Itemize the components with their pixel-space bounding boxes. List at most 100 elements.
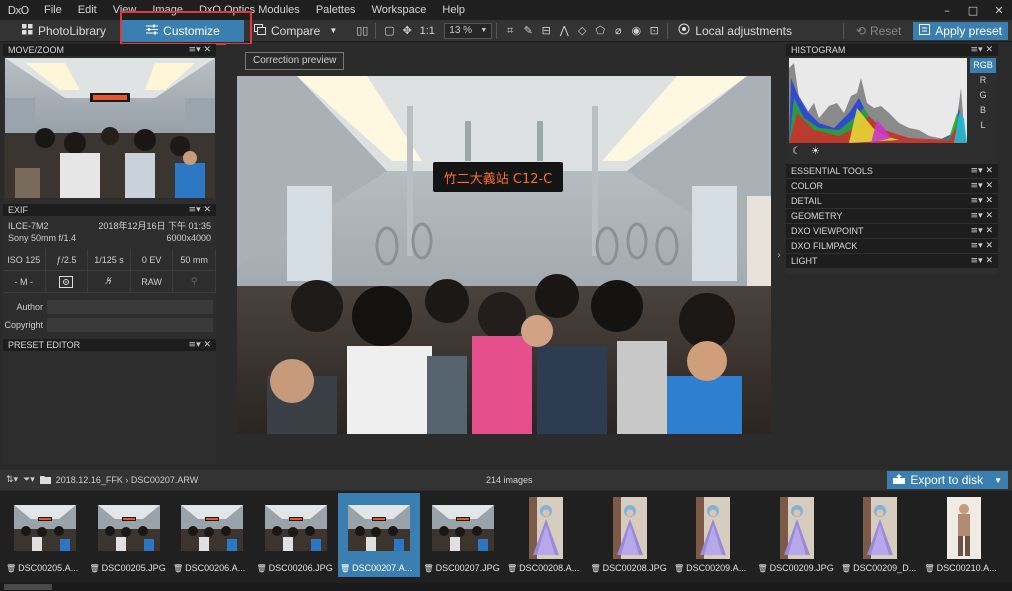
- panel-controls-icon[interactable]: ≡▾ ✕: [189, 340, 211, 350]
- menu-palettes[interactable]: Palettes: [308, 0, 364, 20]
- filmstrip-thumbnail[interactable]: 🗑 DSC00209.A...: [672, 493, 754, 577]
- preset-editor-header[interactable]: PRESET EDITOR ≡▾ ✕: [3, 339, 216, 351]
- image-viewer[interactable]: 竹二大義站 C12-C: [226, 44, 782, 464]
- filmstrip-thumbnail[interactable]: 🗑 DSC00210.A...: [923, 493, 1005, 577]
- export-to-disk-button[interactable]: Export to disk ▼: [887, 471, 1008, 489]
- filmstrip-thumbnail[interactable]: 🗑 DSC00208.A...: [505, 493, 587, 577]
- horizon-icon[interactable]: ⊟: [537, 20, 555, 42]
- watermark-icon[interactable]: ⊡: [645, 20, 663, 42]
- channel-g[interactable]: G: [970, 88, 996, 103]
- trash-icon[interactable]: 🗑: [90, 564, 100, 573]
- trash-icon[interactable]: 🗑: [257, 564, 267, 573]
- copyright-field[interactable]: [47, 318, 213, 332]
- zoom-select[interactable]: 13 % ▼: [444, 22, 493, 39]
- sort-icon[interactable]: ⇅▾: [6, 475, 18, 485]
- filmstrip-thumbnail[interactable]: 🗑 DSC00206.JPG: [255, 493, 337, 577]
- palette-essential-tools[interactable]: ESSENTIAL TOOLS ≡▾ ✕: [786, 164, 998, 179]
- perspective-icon[interactable]: ⋀: [555, 20, 573, 42]
- panel-controls-icon[interactable]: ≡▾ ✕: [971, 45, 993, 55]
- histogram-chart: [789, 58, 967, 143]
- channel-l[interactable]: L: [970, 118, 996, 133]
- trash-icon[interactable]: 🗑: [6, 564, 16, 573]
- menu-help[interactable]: Help: [434, 0, 473, 20]
- navigator-thumbnail[interactable]: [5, 58, 215, 198]
- trash-icon[interactable]: 🗑: [925, 564, 935, 573]
- trash-icon[interactable]: 🗑: [173, 564, 183, 573]
- filmstrip-scrollbar[interactable]: [0, 583, 1012, 591]
- filmstrip-thumbnail[interactable]: 🗑 DSC00205.A...: [4, 493, 86, 577]
- scrollbar-thumb[interactable]: [4, 584, 52, 590]
- minimize-button[interactable]: –: [934, 4, 960, 17]
- move-icon[interactable]: ✥: [398, 20, 416, 42]
- collapse-right-icon[interactable]: ›: [777, 250, 781, 261]
- panel-controls-icon[interactable]: ≡▾ ✕: [971, 241, 993, 251]
- filmstrip-thumbnail[interactable]: 🗑 DSC00207.JPG: [422, 493, 504, 577]
- main-photo[interactable]: 竹二大義站 C12-C: [237, 76, 771, 434]
- channel-b[interactable]: B: [970, 103, 996, 118]
- crop-icon[interactable]: ⌗: [501, 20, 519, 42]
- perspective-rect-icon[interactable]: ◇: [573, 20, 591, 42]
- filmstrip-thumbnail[interactable]: 🗑 DSC00209.JPG: [756, 493, 838, 577]
- train-sign-text: 竹二大義站 C12-C: [444, 171, 553, 187]
- panel-controls-icon[interactable]: ≡▾ ✕: [971, 256, 993, 266]
- channel-r[interactable]: R: [970, 73, 996, 88]
- preset-editor-title: PRESET EDITOR: [8, 340, 81, 350]
- menu-workspace[interactable]: Workspace: [364, 0, 435, 20]
- panel-controls-icon[interactable]: ≡▾ ✕: [971, 211, 993, 221]
- thumbnail-image: [431, 505, 494, 551]
- compare-button[interactable]: Compare ▼: [244, 20, 347, 42]
- trash-icon[interactable]: 🗑: [507, 564, 517, 573]
- trash-icon[interactable]: 🗑: [424, 564, 434, 573]
- toolbar-divider: [667, 22, 669, 39]
- palette-detail[interactable]: DETAIL ≡▾ ✕: [786, 194, 998, 209]
- panel-controls-icon[interactable]: ≡▾ ✕: [971, 196, 993, 206]
- filter-icon[interactable]: ⏷▾: [23, 475, 35, 485]
- palette-geometry[interactable]: GEOMETRY ≡▾ ✕: [786, 209, 998, 224]
- red-eye-icon[interactable]: ◉: [627, 20, 645, 42]
- histogram-channels: RGB R G B L: [970, 58, 996, 133]
- breadcrumb: ⇅▾ ⏷▾ 2018.12.16_FFK › DSC00207.ARW: [0, 475, 198, 486]
- maximize-button[interactable]: □: [960, 4, 986, 17]
- channel-rgb[interactable]: RGB: [970, 58, 996, 73]
- thumbnail-caption: 🗑 DSC00205.JPG: [90, 563, 170, 573]
- chevron-down-icon[interactable]: ▼: [329, 26, 337, 35]
- filmstrip-thumbnail[interactable]: 🗑 DSC00209_D...: [839, 493, 921, 577]
- trash-icon[interactable]: 🗑: [674, 564, 684, 573]
- focal-length-value: 50 mm: [173, 249, 216, 271]
- trash-icon[interactable]: 🗑: [758, 564, 768, 573]
- moon-icon[interactable]: ☾: [792, 146, 801, 157]
- panel-controls-icon[interactable]: ≡▾ ✕: [971, 226, 993, 236]
- filmstrip-thumbnail[interactable]: 🗑 DSC00208.JPG: [589, 493, 671, 577]
- trash-icon[interactable]: 🗑: [841, 564, 851, 573]
- panel-controls-icon[interactable]: ≡▾ ✕: [971, 181, 993, 191]
- split-view-icon[interactable]: ▯▯: [353, 20, 371, 42]
- menu-edit[interactable]: Edit: [70, 0, 105, 20]
- trash-icon[interactable]: 🗑: [340, 564, 350, 573]
- filmstrip-thumbnail[interactable]: 🗑 DSC00207.A...: [338, 493, 420, 577]
- one-to-one-button[interactable]: 1:1: [416, 20, 438, 42]
- local-adjustments-button[interactable]: Local adjustments: [672, 20, 798, 42]
- author-field[interactable]: [47, 300, 213, 314]
- reset-button[interactable]: ⟲ Reset: [848, 22, 909, 40]
- palette-color[interactable]: COLOR ≡▾ ✕: [786, 179, 998, 194]
- panel-controls-icon[interactable]: ≡▾ ✕: [189, 45, 211, 55]
- perspective-poly-icon[interactable]: ⬠: [591, 20, 609, 42]
- repair-icon[interactable]: ⌀: [609, 20, 627, 42]
- photolibrary-tab[interactable]: PhotoLibrary: [0, 20, 118, 42]
- palette-filmpack[interactable]: DXO FILMPACK ≡▾ ✕: [786, 239, 998, 254]
- menu-file[interactable]: File: [36, 0, 70, 20]
- thumbnail-filename: DSC00207.A...: [352, 563, 413, 573]
- close-button[interactable]: ✕: [986, 4, 1012, 17]
- trash-icon[interactable]: 🗑: [591, 564, 601, 573]
- panel-controls-icon[interactable]: ≡▾ ✕: [189, 205, 211, 215]
- palette-light[interactable]: LIGHT ≡▾ ✕: [786, 254, 998, 269]
- fit-screen-icon[interactable]: ▢: [380, 20, 398, 42]
- palette-viewpoint[interactable]: DXO VIEWPOINT ≡▾ ✕: [786, 224, 998, 239]
- filmstrip-thumbnail[interactable]: 🗑 DSC00205.JPG: [88, 493, 170, 577]
- panel-controls-icon[interactable]: ≡▾ ✕: [971, 166, 993, 176]
- eyedropper-icon[interactable]: ✎: [519, 20, 537, 42]
- chevron-down-icon[interactable]: ▼: [994, 476, 1002, 485]
- filmstrip-thumbnail[interactable]: 🗑 DSC00206.A...: [171, 493, 253, 577]
- sun-icon[interactable]: ☀: [811, 146, 820, 157]
- apply-preset-button[interactable]: Apply preset: [913, 21, 1008, 40]
